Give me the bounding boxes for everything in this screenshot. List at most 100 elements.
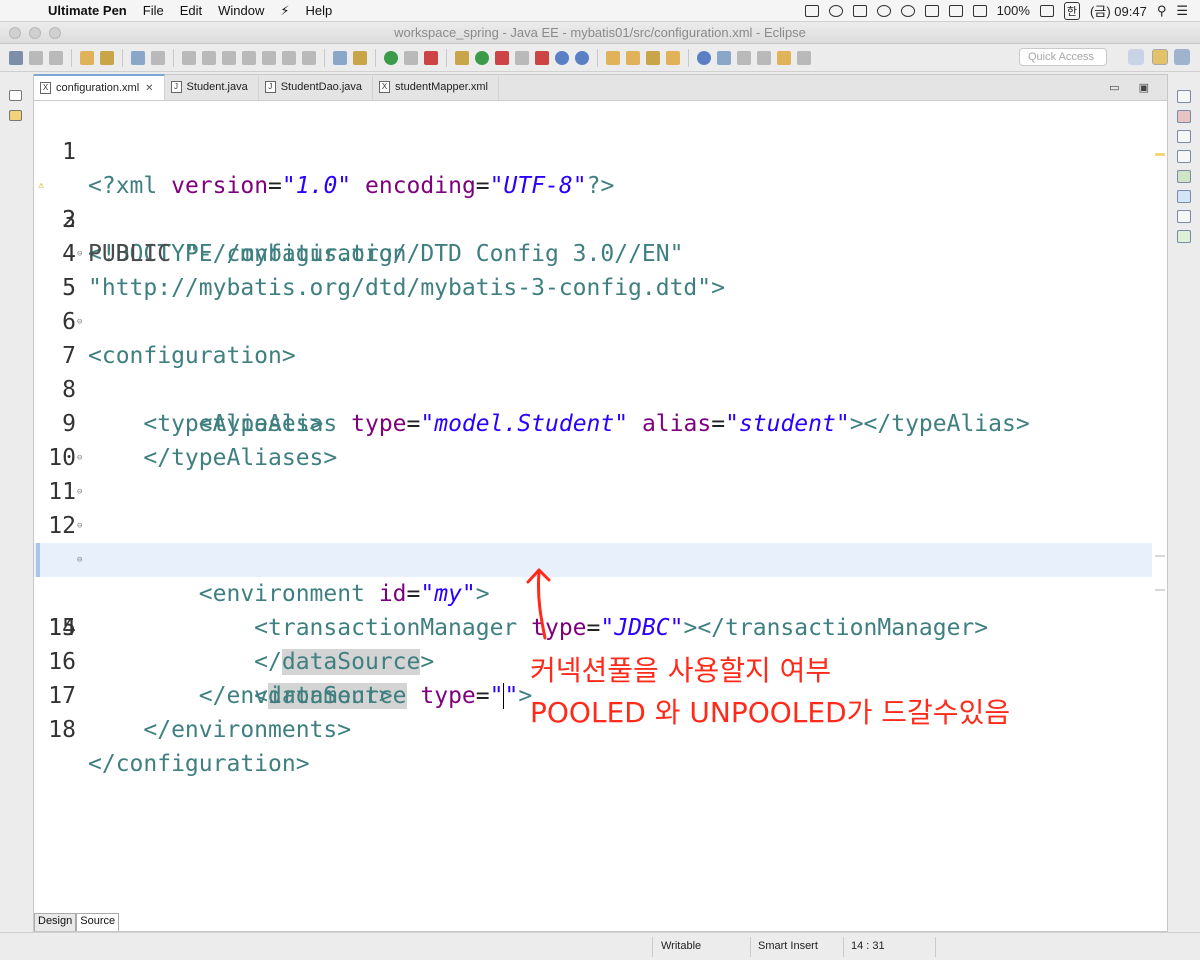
menu-edit[interactable]: Edit — [172, 3, 210, 18]
start-server-icon[interactable] — [384, 50, 398, 65]
fold-icon[interactable]: ⊖ — [77, 318, 82, 327]
tab-source[interactable]: Source — [76, 913, 120, 931]
menu-app-name[interactable]: Ultimate Pen — [40, 3, 135, 18]
overview-ruler-warning[interactable] — [1155, 153, 1165, 156]
fold-icon[interactable]: ⊖ — [77, 250, 82, 259]
previous-annotation-icon[interactable] — [757, 50, 771, 65]
toolbar-separator — [71, 48, 72, 67]
external-tools-icon[interactable] — [515, 50, 529, 65]
code-line: 11 ⊖ <environments default="my"> — [34, 441, 1152, 574]
wifi-icon[interactable] — [948, 4, 963, 17]
fold-icon[interactable]: ⊖ — [77, 454, 82, 463]
pin-icon[interactable] — [717, 50, 731, 65]
tab-student-java[interactable]: J Student.java — [165, 74, 259, 100]
search-icon[interactable] — [646, 50, 660, 65]
resume-icon[interactable] — [182, 50, 196, 65]
properties-icon[interactable] — [1177, 190, 1191, 203]
overview-ruler-mark[interactable] — [1155, 555, 1165, 557]
fold-icon[interactable]: ⊖ — [77, 522, 82, 531]
task-list-icon[interactable] — [1177, 130, 1191, 143]
tab-configuration-xml[interactable]: X configuration.xml ✕ — [34, 74, 165, 100]
project-explorer-icon[interactable] — [9, 110, 22, 121]
open-folder-icon[interactable] — [606, 50, 620, 65]
clock[interactable]: (금) 09:47 — [1090, 1, 1147, 20]
status-bar: Writable Smart Insert 14 : 31 — [0, 932, 1200, 960]
new-interface-icon[interactable] — [575, 50, 589, 65]
java-ee-perspective-icon[interactable] — [1152, 49, 1168, 65]
restore-icon[interactable] — [1177, 90, 1191, 103]
tab-label: StudentDao.java — [280, 81, 363, 93]
step-into-icon[interactable] — [262, 50, 276, 65]
back-icon[interactable] — [777, 50, 791, 65]
new-icon[interactable] — [9, 50, 23, 65]
web-services-icon[interactable] — [353, 50, 367, 65]
server-icon[interactable] — [333, 50, 347, 65]
toggle-mark-icon[interactable] — [404, 50, 418, 65]
skip-breakpoints-icon[interactable] — [151, 50, 165, 65]
code-area[interactable]: 1 <?xml version="1.0" encoding="UTF-8"?>… — [34, 101, 1152, 907]
open-perspective-icon[interactable] — [1128, 49, 1144, 65]
globe-icon[interactable] — [697, 50, 711, 65]
terminate-icon[interactable] — [222, 50, 236, 65]
battery-icon[interactable] — [1039, 4, 1054, 17]
console-icon[interactable] — [131, 50, 145, 65]
code-line-current: 14 ⊖ <dataSource type=""> — [34, 543, 1152, 709]
forward-icon[interactable] — [797, 50, 811, 65]
java-file-icon: J — [264, 81, 276, 93]
menu-file[interactable]: File — [135, 3, 172, 18]
notification-center-icon[interactable]: ☰ — [1176, 3, 1188, 19]
disconnect-icon[interactable] — [242, 50, 256, 65]
step-return-icon[interactable] — [302, 50, 316, 65]
data-source-icon[interactable] — [1177, 230, 1191, 243]
run-icon[interactable] — [475, 50, 489, 65]
dropbox-icon[interactable] — [804, 4, 819, 17]
open-type-icon[interactable] — [80, 50, 94, 65]
open-task-icon[interactable] — [626, 50, 640, 65]
palette-icon[interactable] — [1177, 150, 1191, 163]
status-insert-mode[interactable]: Smart Insert — [758, 940, 818, 952]
spotlight-icon[interactable]: ⚲ — [1157, 3, 1167, 19]
save-all-icon[interactable] — [49, 50, 63, 65]
command-icon[interactable] — [852, 4, 867, 17]
git-perspective-icon[interactable] — [1174, 49, 1190, 65]
annotation-line-2: POOLED 와 UNPOOLED가 드갈수있음 — [530, 696, 1011, 729]
code-line: 10 — [34, 407, 1152, 471]
step-over-icon[interactable] — [282, 50, 296, 65]
toolbar-separator — [122, 48, 123, 67]
code-line: 5 ⊖ <configuration> — [34, 237, 1152, 370]
save-icon[interactable] — [29, 50, 43, 65]
editor-minmax[interactable]: ▭ ▣ — [1109, 81, 1157, 94]
overview-ruler-mark[interactable] — [1155, 589, 1165, 591]
window-icon[interactable] — [924, 4, 939, 17]
menu-help[interactable]: Help — [298, 3, 341, 18]
cloud-icon[interactable] — [900, 4, 915, 17]
quick-access-field[interactable]: Quick Access — [1019, 48, 1107, 66]
new-class-icon[interactable] — [535, 50, 549, 65]
annotation-line-1: 커넥션풀을 사용할지 여부 — [530, 654, 832, 687]
annotation-icon[interactable] — [666, 50, 680, 65]
markers-icon[interactable] — [1177, 170, 1191, 183]
chat-icon[interactable] — [828, 4, 843, 17]
tab-design[interactable]: Design — [34, 913, 77, 931]
tab-studentdao-java[interactable]: J StudentDao.java — [259, 74, 374, 100]
fold-icon[interactable]: ⊖ — [77, 488, 82, 497]
fold-icon[interactable]: ⊖ — [77, 556, 82, 565]
tab-studentmapper-xml[interactable]: X studentMapper.xml — [373, 74, 499, 100]
menu-window[interactable]: Window — [210, 3, 272, 18]
airplay-icon[interactable] — [972, 4, 987, 17]
suspend-icon[interactable] — [202, 50, 216, 65]
next-annotation-icon[interactable] — [737, 50, 751, 65]
lightning-icon[interactable]: ⚡ — [272, 3, 297, 19]
outline-icon[interactable] — [1177, 110, 1191, 123]
close-icon[interactable]: ✕ — [145, 83, 153, 94]
restore-icon[interactable] — [9, 90, 22, 101]
input-method[interactable]: 한 — [1063, 1, 1081, 20]
menubar-tray: 100% 한 (금) 09:47 ⚲ ☰ — [804, 1, 1200, 20]
debug-icon[interactable] — [455, 50, 469, 65]
coverage-icon[interactable] — [495, 50, 509, 65]
open-resource-icon[interactable] — [100, 50, 114, 65]
new-package-icon[interactable] — [555, 50, 569, 65]
servers-icon[interactable] — [1177, 210, 1191, 223]
browser-icon[interactable] — [424, 50, 438, 65]
d-icon[interactable] — [876, 4, 891, 17]
